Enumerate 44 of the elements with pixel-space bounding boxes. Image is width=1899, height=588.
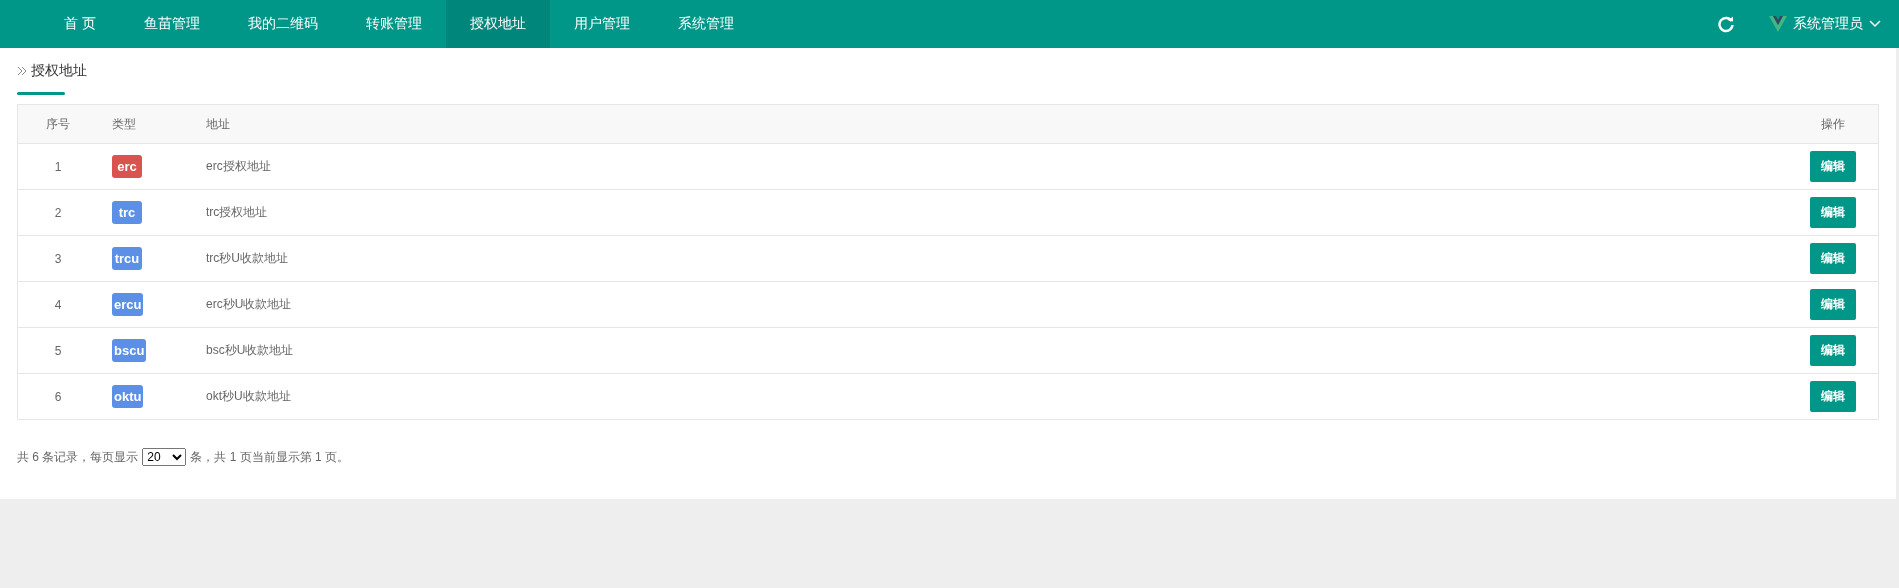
column-header: 地址: [206, 116, 230, 131]
nav-tab[interactable]: 授权地址: [445, 0, 550, 48]
row-index: 1: [54, 159, 62, 174]
type-badge: bscu: [112, 339, 147, 362]
logo-icon: [1769, 16, 1787, 32]
pagination-text: 条，共 1 页当前显示第 1 页。: [190, 448, 350, 466]
address-label: okt秒U收款地址: [206, 389, 291, 403]
address-label: erc授权地址: [206, 159, 271, 173]
breadcrumb-title: 授权地址: [31, 62, 87, 80]
pagination-text: 共 6 条记录，每页显示: [17, 448, 139, 466]
nav-tab[interactable]: 转账管理: [341, 0, 446, 48]
address-label: trc授权地址: [206, 205, 268, 219]
nav-tab[interactable]: 鱼苗管理: [119, 0, 224, 48]
row-index: 5: [54, 343, 62, 358]
nav-tab[interactable]: 首 页: [40, 0, 120, 48]
row-index: 3: [54, 251, 62, 266]
nav-tab[interactable]: 我的二维码: [223, 0, 342, 48]
address-label: trc秒U收款地址: [206, 251, 288, 265]
nav-tab[interactable]: 系统管理: [653, 0, 758, 48]
row-index: 2: [54, 205, 62, 220]
type-badge: erc: [112, 155, 142, 178]
type-badge: ercu: [112, 293, 144, 316]
nav-tab[interactable]: 用户管理: [549, 0, 654, 48]
type-badge: oktu: [112, 385, 144, 408]
edit-button[interactable]: 编辑: [1810, 381, 1856, 412]
edit-button[interactable]: 编辑: [1810, 197, 1856, 228]
type-badge: trc: [112, 201, 142, 224]
edit-button[interactable]: 编辑: [1810, 243, 1856, 274]
edit-button[interactable]: 编辑: [1810, 335, 1856, 366]
column-header: 序号: [46, 116, 70, 131]
address-label: erc秒U收款地址: [206, 297, 292, 311]
column-header: 操作: [1821, 116, 1845, 131]
row-index: 6: [54, 389, 62, 404]
double-chevron-icon: [17, 66, 27, 76]
refresh-icon[interactable]: [1717, 15, 1735, 33]
row-index: 4: [54, 297, 62, 312]
page-size-select[interactable]: 20: [142, 448, 187, 466]
column-header: 类型: [112, 116, 136, 131]
address-label: bsc秒U收款地址: [206, 343, 294, 357]
chevron-down-icon[interactable]: [1869, 20, 1881, 28]
edit-button[interactable]: 编辑: [1810, 151, 1856, 182]
edit-button[interactable]: 编辑: [1810, 289, 1856, 320]
type-badge: trcu: [112, 247, 142, 270]
user-name[interactable]: 系统管理员: [1793, 15, 1863, 33]
